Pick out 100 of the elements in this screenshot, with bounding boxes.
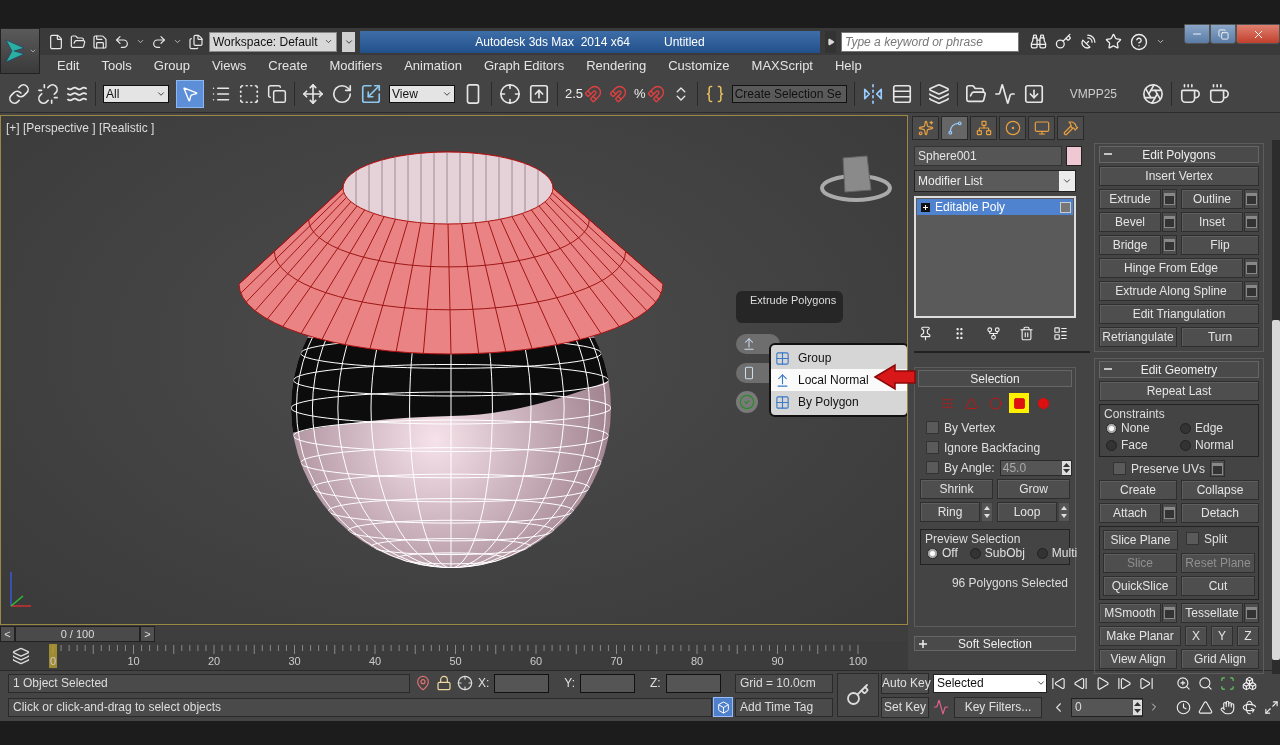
menu-item[interactable]: Customize — [657, 57, 741, 73]
coordinate-label: X: — [478, 676, 490, 690]
stack-item[interactable]: Editable Poly — [917, 199, 1073, 215]
menu-item[interactable]: Group — [142, 57, 201, 73]
previous-frame-button[interactable]: < — [0, 626, 15, 642]
panel-button[interactable]: Extrude Along Spline — [1099, 281, 1243, 301]
menu-item[interactable]: Modifiers — [318, 57, 394, 73]
panel-button[interactable]: Flip — [1181, 235, 1259, 255]
tick-label: 60 — [528, 655, 544, 667]
panel-button[interactable]: Extrude — [1099, 189, 1161, 209]
selection-filter-dropdown[interactable]: All — [103, 84, 169, 103]
selection-status: 96 Polygons Selected — [950, 575, 1069, 592]
panel-button[interactable]: Edit Triangulation — [1099, 304, 1259, 324]
panel-button[interactable]: Y — [1211, 626, 1233, 646]
menu-item[interactable]: Animation — [393, 57, 473, 73]
key-mode-dropdown[interactable]: Selected — [933, 673, 1047, 693]
coordinate-label: Z: — [650, 676, 661, 690]
tick-label: 0 — [48, 655, 58, 667]
panel-button[interactable]: Inset — [1181, 212, 1243, 232]
viewport-label[interactable]: [+] [Perspective ] [Realistic ] — [6, 121, 155, 135]
panel-button[interactable]: Repeat Last — [1099, 381, 1259, 401]
checkbox-label: Preserve UVs — [1131, 461, 1206, 476]
radio-label: Off — [942, 546, 958, 560]
next-frame-button[interactable]: > — [140, 626, 155, 642]
object-name-field[interactable]: Sphere001 — [914, 146, 1062, 166]
coordinate-dropdown[interactable]: View — [389, 84, 455, 103]
panel-button[interactable]: Retriangulate — [1099, 327, 1177, 347]
panel-button[interactable]: QuickSlice — [1103, 576, 1177, 596]
panel-button[interactable]: Make Planar — [1099, 626, 1181, 646]
panel-button[interactable]: Bevel — [1099, 212, 1161, 232]
checkbox-label: By Vertex — [944, 420, 996, 435]
menu-item[interactable]: Graph Editors — [472, 57, 576, 73]
panel-button[interactable]: Grid Align — [1181, 649, 1259, 669]
checkbox-label: By Angle: — [944, 460, 995, 475]
menu-item[interactable]: Create — [257, 57, 319, 73]
coordinate-label: Y: — [564, 676, 576, 690]
auto-key-button[interactable]: Auto Key — [881, 672, 929, 694]
time-tag-field[interactable]: Add Time Tag — [735, 697, 833, 717]
panel-button[interactable]: Collapse — [1181, 480, 1259, 500]
panel-button[interactable]: Loop — [997, 502, 1057, 522]
tick-label: 100 — [847, 655, 869, 667]
group-title: Preview Selection — [925, 532, 1022, 546]
panel-button[interactable]: Detach — [1181, 503, 1259, 523]
panel-button[interactable]: Cut — [1181, 576, 1255, 596]
radio-label: Normal — [1195, 438, 1234, 452]
radio-label: Face — [1121, 438, 1148, 452]
panel-button[interactable]: Hinge From Edge — [1099, 258, 1243, 278]
tick-label: 20 — [206, 655, 222, 667]
panel-button[interactable]: Insert Vertex — [1099, 166, 1259, 186]
panel-button[interactable]: Bridge — [1099, 235, 1161, 255]
panel-button[interactable]: Shrink — [920, 479, 993, 499]
tick-label: 10 — [126, 655, 141, 667]
panel-button[interactable]: Tessellate — [1181, 603, 1243, 623]
menu-item[interactable]: MAXScript — [740, 57, 824, 73]
menu-item[interactable]: Help — [824, 57, 873, 73]
search-field[interactable]: Type a keyword or phrase — [841, 31, 1019, 52]
panel-button[interactable]: MSmooth — [1099, 603, 1161, 623]
panel-button[interactable]: View Align — [1099, 649, 1177, 669]
tick-label: 80 — [689, 655, 705, 667]
tick-label: 70 — [609, 655, 624, 667]
rollout-header[interactable]: Selection — [918, 370, 1072, 387]
tick-label: 50 — [448, 655, 463, 667]
modifier-list-dropdown[interactable]: Modifier List — [914, 170, 1076, 192]
checkbox-label: Ignore Backfacing — [944, 440, 1041, 455]
rollout-header[interactable]: Edit Polygons — [1099, 146, 1259, 163]
viewport[interactable]: [+] [Perspective ] [Realistic ] Extrude Polygons Group Local Normal By Polygon — [0, 115, 908, 625]
menu-item[interactable]: Views — [200, 57, 258, 73]
snap-value: 2.5 — [565, 86, 584, 101]
selection-status-field: 1 Object Selected — [8, 673, 410, 693]
group-title: Constraints — [1104, 407, 1166, 421]
panel-button[interactable]: Z — [1237, 626, 1259, 646]
panel-button[interactable]: Attach — [1099, 503, 1161, 523]
panel-button[interactable]: X — [1185, 626, 1207, 646]
menu-item[interactable]: Group — [771, 347, 907, 369]
panel-button[interactable]: Ring — [920, 502, 980, 522]
time-slider-readout: 0 / 100 — [15, 626, 140, 642]
radio-label: SubObj — [984, 546, 1025, 560]
tick-label: 40 — [367, 655, 383, 667]
menu-item[interactable]: Edit — [46, 57, 91, 73]
toolbar-label: VMPP25 — [1069, 86, 1117, 101]
frame-field[interactable]: 0 — [1071, 697, 1143, 717]
prompt-field: Click or click-and-drag to select objects — [8, 697, 712, 717]
rollout-header[interactable]: Soft Selection — [914, 636, 1076, 651]
panel-button[interactable]: Slice Plane — [1103, 530, 1178, 550]
menu-item[interactable]: By Polygon — [771, 391, 907, 413]
panel-button[interactable]: Create — [1099, 480, 1177, 500]
menu-item[interactable]: Tools — [90, 57, 143, 73]
grid-field: Grid = 10.0cm — [735, 673, 833, 693]
panel-button[interactable]: Turn — [1181, 327, 1259, 347]
panel-button[interactable]: Grow — [997, 479, 1070, 499]
document-title: Untitled — [664, 34, 705, 49]
rollout-header[interactable]: Edit Geometry — [1099, 361, 1259, 378]
menu-item[interactable]: Rendering — [575, 57, 658, 73]
panel-button[interactable]: Outline — [1181, 189, 1243, 209]
workspace-dropdown[interactable]: Workspace: Default — [209, 31, 337, 52]
radio-label: Multi — [1051, 546, 1078, 560]
radio-label: None — [1121, 421, 1150, 435]
set-key-button[interactable]: Set Key — [881, 696, 929, 718]
key-filters-button[interactable]: Key Filters... — [954, 696, 1042, 718]
time-slider-track[interactable]: < 0 / 100 > — [0, 626, 908, 642]
